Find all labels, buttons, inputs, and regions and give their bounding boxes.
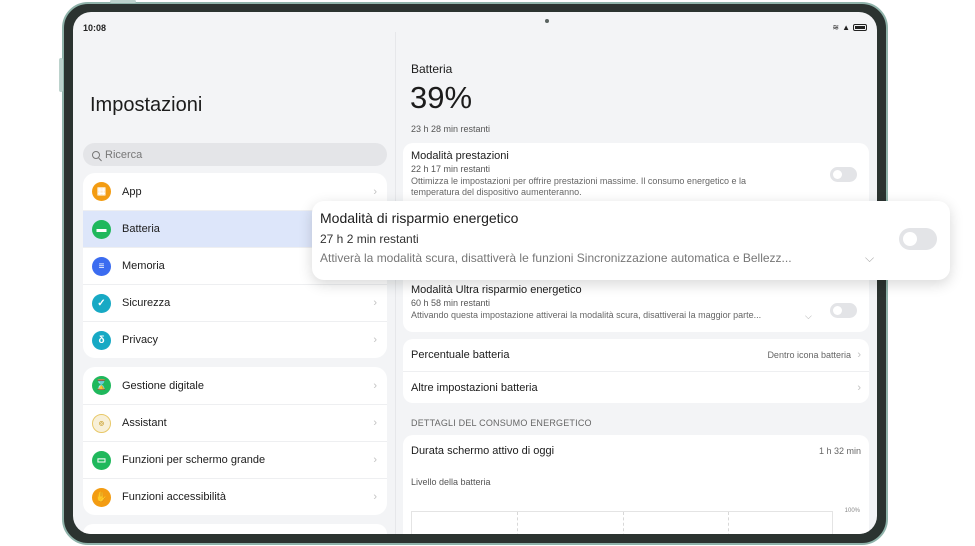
option-altre-impostazioni[interactable]: Altre impostazioni batteria › [403, 371, 869, 403]
ultra-saving-toggle[interactable] [830, 303, 857, 318]
chevron-down-icon[interactable]: ⌵ [805, 311, 812, 322]
assistant-icon: ◎ [92, 413, 111, 433]
page-title: Impostazioni [90, 94, 203, 116]
popup-time: 27 h 2 min restanti [320, 232, 419, 246]
section-title: Batteria [411, 62, 453, 76]
power-button [110, 0, 136, 3]
chevron-right-icon: › [857, 349, 861, 361]
chart-gridline [623, 512, 624, 534]
ultra-saving-card: Modalità Ultra risparmio energetico 60 h… [403, 274, 869, 332]
sidebar-item-label: Assistant [122, 417, 167, 429]
hourglass-icon: ⌛ [92, 376, 111, 395]
screen-time-row: Durata schermo attivo di oggi 1 h 32 min [403, 435, 869, 467]
hand-icon: ✋ [92, 487, 111, 507]
option-value: Dentro icona batteria [767, 350, 851, 360]
sidebar-item-gestione-digitale[interactable]: ⌛ Gestione digitale › [83, 367, 387, 404]
popup-desc: Attiverà la modalità scura, disattiverà … [320, 251, 792, 265]
battery-remaining: 23 h 28 min restanti [411, 124, 491, 134]
screen-time-value: 1 h 32 min [818, 446, 861, 456]
lock-icon: δ [92, 330, 111, 350]
battery-level-label: Livello della batteria [411, 477, 491, 487]
sidebar-item-label: Funzioni per schermo grande [122, 454, 266, 466]
option-label: Percentuale batteria [411, 349, 510, 361]
battery-percent: 39% [410, 80, 473, 115]
sidebar-item-label: Funzioni accessibilità [122, 491, 226, 503]
front-camera [545, 19, 549, 23]
wifi-icon: ≋ [832, 23, 840, 32]
sidebar-item-label: Gestione digitale [122, 379, 204, 392]
power-saving-mode-card[interactable]: Modalità di risparmio energetico 27 h 2 … [312, 201, 950, 280]
search-placeholder: Ricerca [105, 148, 143, 161]
chevron-right-icon: › [373, 454, 377, 466]
app-grid-icon: ▦ [92, 182, 111, 201]
mode-performance[interactable]: Modalità prestazioni 22 h 17 min restant… [411, 150, 861, 198]
chevron-right-icon: › [373, 379, 377, 392]
option-label: Altre impostazioni batteria [411, 381, 538, 394]
signal-icon: ▲ [842, 23, 850, 32]
screen-time-label: Durata schermo attivo di oggi [411, 445, 555, 457]
chevron-down-icon[interactable]: ⌵ [865, 251, 874, 266]
sidebar-item-label: Memoria [122, 260, 165, 272]
volume-button [59, 58, 63, 92]
chart-tick-label: 100% [844, 508, 860, 514]
chart-gridline [517, 512, 518, 534]
status-time: 10:08 [83, 23, 107, 33]
power-saving-toggle[interactable] [899, 228, 937, 250]
sidebar-item-label: Batteria [122, 223, 160, 235]
screen-icon: ▭ [92, 450, 111, 470]
shield-icon: ✓ [92, 293, 111, 313]
mode-desc: temperatura del dispositivo aumenteranno… [411, 187, 582, 197]
sidebar-item-assistant[interactable]: ◎ Assistant › [83, 404, 387, 441]
chevron-right-icon: › [373, 417, 377, 429]
consumption-card: Durata schermo attivo di oggi 1 h 32 min… [403, 435, 869, 534]
chevron-right-icon: › [857, 381, 861, 394]
sidebar-item-sicurezza[interactable]: ✓ Sicurezza › [83, 284, 387, 321]
sidebar-item-schermo-grande[interactable]: ▭ Funzioni per schermo grande › [83, 441, 387, 478]
chevron-right-icon: › [373, 491, 377, 503]
battery-options-card: Percentuale batteria Dentro icona batter… [403, 339, 869, 403]
storage-icon: ≡ [92, 256, 111, 276]
sidebar-item-privacy[interactable]: δ Privacy › [83, 321, 387, 358]
search-icon [92, 150, 100, 159]
performance-toggle[interactable] [830, 167, 857, 182]
search-input[interactable]: Ricerca [83, 143, 387, 166]
popup-title: Modalità di risparmio energetico [320, 210, 519, 226]
mode-time: 22 h 17 min restanti [411, 164, 491, 174]
chevron-right-icon: › [373, 185, 377, 198]
chart-gridline [728, 512, 729, 534]
chevron-right-icon: › [373, 334, 377, 346]
pane-divider [395, 32, 396, 534]
sidebar-item-label: Privacy [122, 334, 159, 346]
sidebar-item-label: Sicurezza [122, 297, 171, 309]
settings-group-partial [83, 524, 387, 534]
battery-icon [853, 24, 867, 31]
battery-level-chart [411, 511, 833, 534]
sidebar-item-label: App [122, 185, 142, 198]
sidebar-item-accessibilita[interactable]: ✋ Funzioni accessibilità › [83, 478, 387, 515]
status-icons: ≋ ▲ [832, 23, 867, 32]
mode-desc: Attivando questa impostazione attiverai … [411, 310, 762, 320]
mode-time: 60 h 58 min restanti [411, 298, 491, 308]
battery-icon: ▬ [92, 219, 111, 239]
mode-title: Modalità Ultra risparmio energetico [411, 284, 582, 296]
chevron-right-icon: › [373, 297, 377, 309]
details-caption: DETTAGLI DEL CONSUMO ENERGETICO [411, 418, 592, 428]
settings-group-secondary: ⌛ Gestione digitale › ◎ Assistant › ▭ Fu… [83, 367, 387, 515]
mode-title: Modalità prestazioni [411, 150, 509, 162]
mode-desc: Ottimizza le impostazioni per offrire pr… [411, 176, 746, 186]
option-percentuale[interactable]: Percentuale batteria Dentro icona batter… [403, 339, 869, 371]
